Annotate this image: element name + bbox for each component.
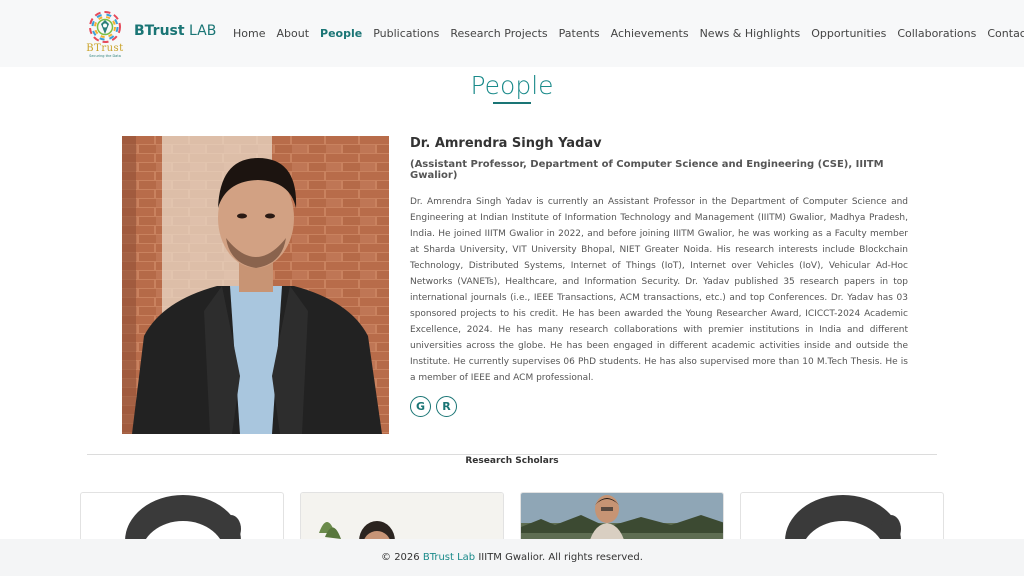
research-scholars-title: Research Scholars [455,456,569,466]
research-scholars-heading: Research Scholars [0,448,1024,467]
footer: © 2026 BTrust Lab IIITM Gwalior. All rig… [0,539,1024,576]
footer-copyright: © 2026 [381,552,420,563]
footer-brand-link[interactable]: BTrust Lab [423,552,475,563]
google-scholar-icon[interactable]: G [410,396,431,417]
brand-name-bold: BTrust [134,23,185,39]
nav-item-achievements[interactable]: Achievements [611,27,689,40]
navbar: BTrust Securing the Data BTrust LAB Home… [0,0,1024,67]
nav-item-news-highlights[interactable]: News & Highlights [700,27,801,40]
nav-item-patents[interactable]: Patents [559,27,600,40]
brand-name[interactable]: BTrust LAB [134,23,216,39]
nav-item-research-projects[interactable]: Research Projects [450,27,547,40]
profile-photo [122,136,389,434]
logo-emblem-icon [89,11,121,43]
person-role: (Assistant Professor, Department of Comp… [410,159,884,181]
brand-name-light: LAB [189,23,217,39]
nav-item-contact[interactable]: Contact [987,27,1024,40]
person-bio: Dr. Amrendra Singh Yadav is currently an… [410,197,908,383]
person-name: Dr. Amrendra Singh Yadav [410,136,602,151]
footer-rights: IIITM Gwalior. All rights reserved. [478,552,643,563]
social-links: G R [410,396,908,417]
logo-text: BTrust [86,43,124,54]
nav-item-people[interactable]: People [320,27,362,40]
logo[interactable]: BTrust Securing the Data [85,10,125,58]
profile-info: Dr. Amrendra Singh Yadav (Assistant Prof… [410,136,908,417]
nav-item-about[interactable]: About [276,27,309,40]
logo-tagline: Securing the Data [89,54,121,58]
nav-item-publications[interactable]: Publications [373,27,439,40]
title-underline [493,102,531,104]
nav-item-opportunities[interactable]: Opportunities [811,27,886,40]
nav-menu: Home About People Publications Research … [233,27,1024,40]
nav-item-collaborations[interactable]: Collaborations [897,27,976,40]
page-title: People [470,71,554,100]
profile-photo-image [122,136,389,434]
researchgate-icon[interactable]: R [436,396,457,417]
nav-item-home[interactable]: Home [233,27,265,40]
